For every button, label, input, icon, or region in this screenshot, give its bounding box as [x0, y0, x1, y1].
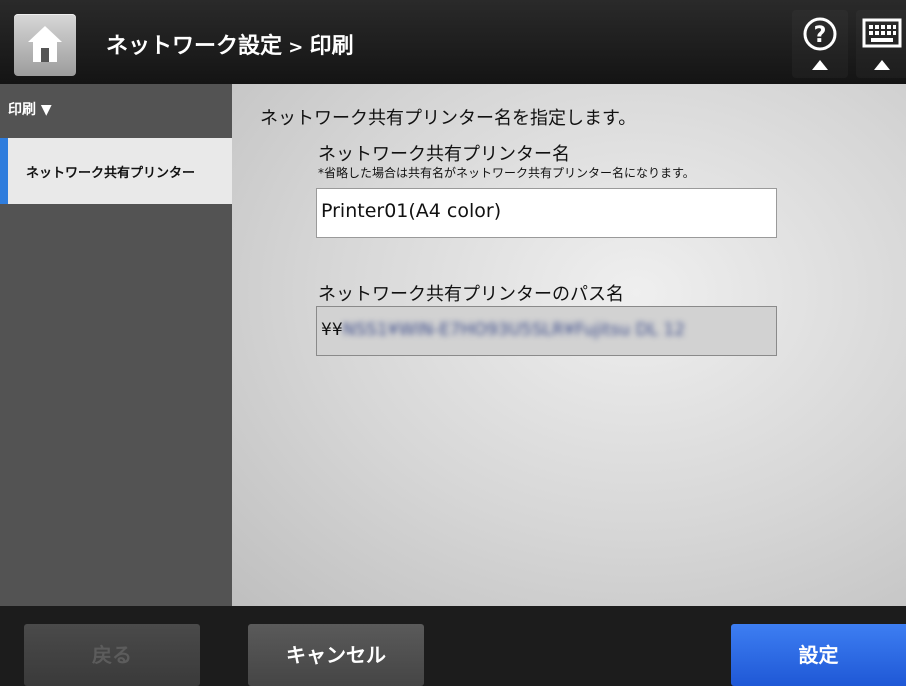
sidebar-section-print[interactable]: 印刷 ▼ — [8, 99, 52, 119]
home-icon — [28, 26, 62, 62]
header-bar: ネットワーク設定 > 印刷 ? — [0, 0, 906, 84]
set-button[interactable]: 設定 — [731, 624, 906, 686]
main-panel: ネットワーク共有プリンター名を指定します。 ネットワーク共有プリンター名 *省略… — [232, 84, 906, 606]
svg-text:?: ? — [814, 23, 827, 48]
page-title: ネットワーク設定 > 印刷 — [106, 28, 354, 60]
path-blurred-text: NSS1¥WIN-E7HO93U5SLR¥Fujitsu DL 12 — [342, 320, 686, 340]
keyboard-icon — [862, 18, 902, 70]
title-network-settings: ネットワーク設定 — [106, 34, 283, 59]
home-button[interactable] — [14, 14, 76, 76]
sidebar-item-label: ネットワーク共有プリンター — [26, 166, 196, 181]
sidebar: 印刷 ▼ ネットワーク共有プリンター — [0, 84, 232, 606]
printer-name-input[interactable]: Printer01(A4 color) — [316, 188, 777, 238]
help-button[interactable]: ? — [792, 10, 848, 78]
help-icon: ? — [803, 17, 837, 70]
screen: ネットワーク設定 > 印刷 ? 印刷 ▼ ネットワーク共有プリンター ネットワー… — [0, 0, 906, 686]
path-prefix: ¥¥ — [321, 320, 343, 340]
sidebar-item-network-shared-printer[interactable]: ネットワーク共有プリンター — [0, 138, 232, 204]
printer-name-label: ネットワーク共有プリンター名 — [318, 144, 570, 165]
instruction-text: ネットワーク共有プリンター名を指定します。 — [260, 108, 637, 129]
title-separator: > — [282, 37, 310, 58]
title-print: 印刷 — [309, 34, 354, 59]
back-button[interactable]: 戻る — [24, 624, 200, 686]
footer-bar: 戻る キャンセル 設定 — [0, 606, 906, 686]
keyboard-button[interactable] — [856, 10, 906, 78]
cancel-button[interactable]: キャンセル — [248, 624, 424, 686]
printer-name-note: *省略した場合は共有名がネットワーク共有プリンター名になります。 — [318, 166, 695, 180]
path-name-label: ネットワーク共有プリンターのパス名 — [318, 284, 624, 305]
path-name-field: ¥¥NSS1¥WIN-E7HO93U5SLR¥Fujitsu DL 12 — [316, 306, 777, 356]
